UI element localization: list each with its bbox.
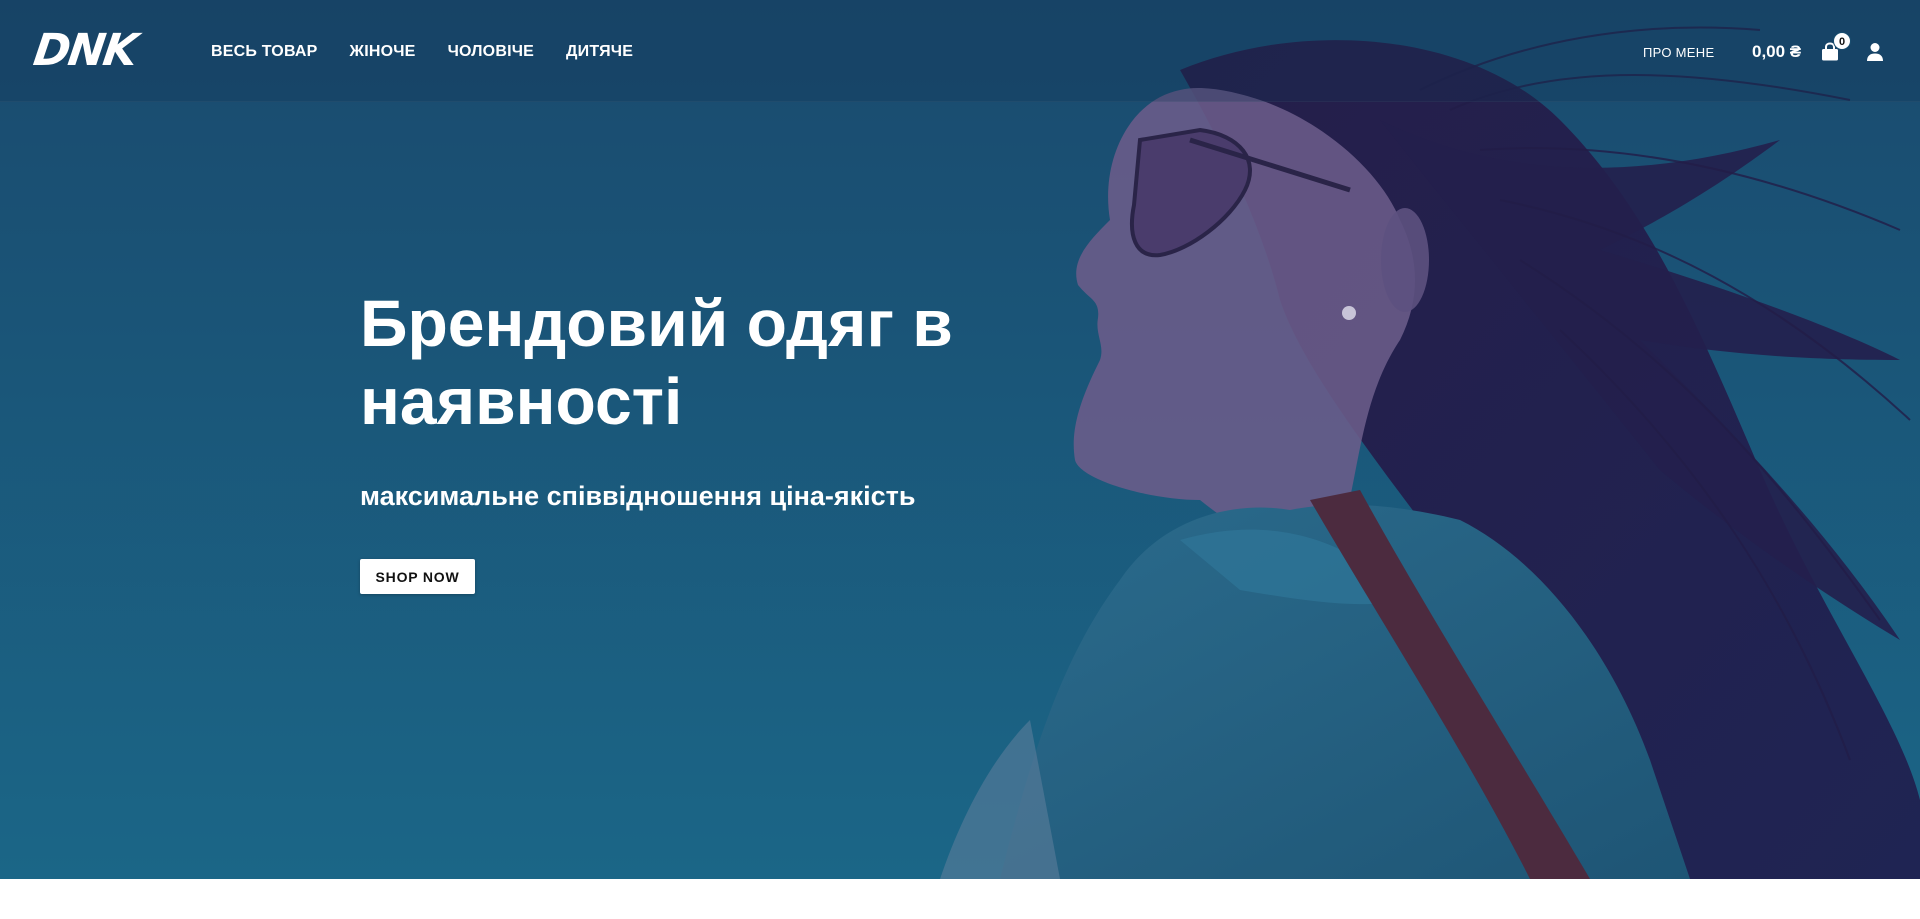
main-nav: ВЕСЬ ТОВАР ЖІНОЧЕ ЧОЛОВІЧЕ ДИТЯЧЕ bbox=[211, 40, 633, 64]
hero-banner: DNK ВЕСЬ ТОВАР ЖІНОЧЕ ЧОЛОВІЧЕ ДИТЯЧЕ ПР… bbox=[0, 0, 1920, 879]
nav-item-women[interactable]: ЖІНОЧЕ bbox=[350, 40, 416, 64]
site-header: DNK ВЕСЬ ТОВАР ЖІНОЧЕ ЧОЛОВІЧЕ ДИТЯЧЕ bbox=[0, 0, 1920, 102]
shop-now-button[interactable]: SHOP NOW bbox=[360, 559, 475, 594]
about-me-link[interactable]: ПРО МЕНЕ bbox=[1643, 44, 1714, 62]
nav-item-men[interactable]: ЧОЛОВІЧЕ bbox=[448, 40, 534, 64]
cart-amount[interactable]: 0,00 ₴ bbox=[1752, 41, 1801, 63]
nav-item-kids[interactable]: ДИТЯЧЕ bbox=[566, 40, 633, 64]
site-logo[interactable]: DNK bbox=[30, 25, 152, 76]
nav-item-all-products[interactable]: ВЕСЬ ТОВАР bbox=[211, 40, 318, 64]
cart-count-badge: 0 bbox=[1833, 32, 1851, 50]
user-icon[interactable] bbox=[1866, 42, 1884, 62]
hero-subtitle: максимальне співвідношення ціна-якість bbox=[360, 481, 916, 511]
hero-title: Брендовий одяг в наявності bbox=[360, 286, 953, 438]
logo-text: DNK bbox=[30, 25, 140, 76]
